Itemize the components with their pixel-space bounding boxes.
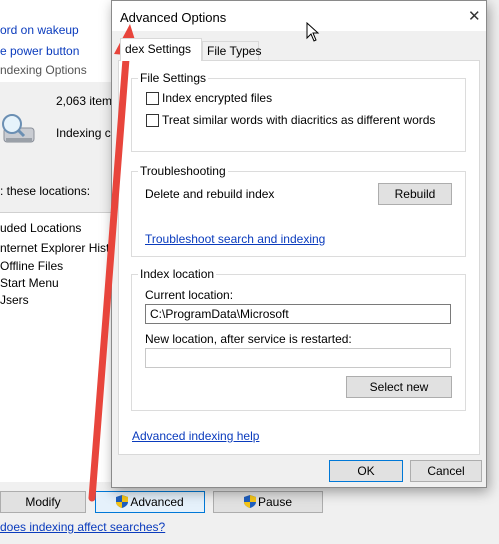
new-location-field[interactable] xyxy=(145,348,451,368)
indexing-status-panel: 2,063 items Indexing co : these location… xyxy=(0,82,118,212)
index-settings-panel: File Settings Index encrypted files Trea… xyxy=(118,60,480,455)
tab-index-settings[interactable]: dex Settings xyxy=(120,38,202,61)
troubleshoot-link[interactable]: Troubleshoot search and indexing xyxy=(145,232,325,246)
locations-column-header: uded Locations xyxy=(0,221,82,235)
list-item[interactable]: Offline Files xyxy=(0,259,63,273)
current-location-field[interactable] xyxy=(145,304,451,324)
uac-shield-icon xyxy=(116,495,129,508)
current-location-label: Current location: xyxy=(145,288,234,302)
file-settings-label: File Settings xyxy=(138,71,209,85)
index-location-group: Index location Current location: New loc… xyxy=(131,267,466,411)
indexing-help-link[interactable]: does indexing affect searches? xyxy=(0,520,165,534)
modify-label: Modify xyxy=(25,495,61,509)
diacritics-label: Treat similar words with diacritics as d… xyxy=(162,113,436,127)
diacritics-checkbox[interactable] xyxy=(146,114,159,127)
pause-button[interactable]: Pause xyxy=(213,491,323,513)
new-location-label: New location, after service is restarted… xyxy=(145,332,352,346)
index-encrypted-label: Index encrypted files xyxy=(162,91,273,105)
wakeup-password-link[interactable]: ord on wakeup xyxy=(0,23,79,37)
uac-shield-icon xyxy=(243,495,256,508)
list-item[interactable]: nternet Explorer Histo xyxy=(0,241,116,255)
indexing-status-text: Indexing co xyxy=(56,126,118,140)
indexing-magnifier-icon xyxy=(2,114,35,143)
close-icon[interactable]: ✕ xyxy=(468,7,481,25)
list-item[interactable]: Jsers xyxy=(0,293,29,307)
mouse-cursor-icon xyxy=(306,22,320,42)
dialog-title: Advanced Options xyxy=(120,10,227,25)
troubleshooting-group: Troubleshooting Delete and rebuild index… xyxy=(131,164,466,257)
locations-list: uded Locations nternet Explorer Histo Of… xyxy=(0,212,116,483)
modify-button[interactable]: Modify xyxy=(0,491,86,513)
index-location-label: Index location xyxy=(138,267,217,281)
list-item[interactable]: Start Menu xyxy=(0,276,59,290)
cancel-button[interactable]: Cancel xyxy=(410,460,482,482)
tab-file-types[interactable]: File Types xyxy=(202,41,261,61)
rebuild-button[interactable]: Rebuild xyxy=(378,183,452,205)
power-button-link[interactable]: e power button xyxy=(0,44,79,58)
troubleshooting-label: Troubleshooting xyxy=(138,164,228,178)
index-encrypted-checkbox[interactable] xyxy=(146,92,159,105)
indexing-options-title: ndexing Options xyxy=(0,58,112,82)
indexed-count: 2,063 items xyxy=(56,94,119,108)
rebuild-description: Delete and rebuild index xyxy=(145,187,275,201)
ok-button[interactable]: OK xyxy=(329,460,403,482)
pause-label: Pause xyxy=(257,495,293,509)
advanced-indexing-help-link[interactable]: Advanced indexing help xyxy=(132,429,259,443)
locations-header: : these locations: xyxy=(0,184,91,198)
advanced-label: Advanced xyxy=(130,495,184,509)
select-new-button[interactable]: Select new xyxy=(346,376,452,398)
power-settings-panel: ord on wakeup e power button xyxy=(0,0,112,58)
advanced-button[interactable]: Advanced xyxy=(95,491,205,513)
file-settings-group: File Settings Index encrypted files Trea… xyxy=(131,71,466,152)
